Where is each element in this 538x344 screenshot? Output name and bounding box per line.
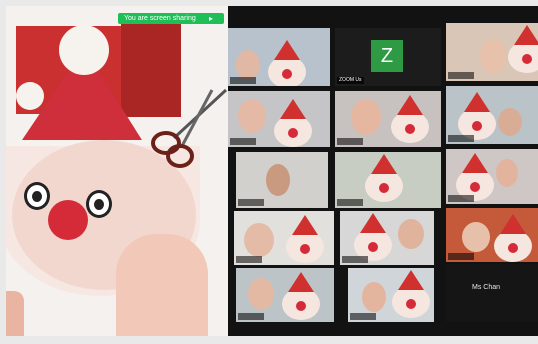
participant-tile[interactable] xyxy=(446,208,538,262)
participant-tile[interactable] xyxy=(335,91,441,147)
right-eye xyxy=(86,190,112,218)
participant-name: Ms Chan xyxy=(472,284,501,291)
participant-tile[interactable] xyxy=(335,152,441,208)
participant-name xyxy=(238,313,264,320)
participant-tile[interactable] xyxy=(228,91,330,147)
participant-tile[interactable] xyxy=(446,86,538,144)
participant-name xyxy=(236,256,262,263)
participant-name xyxy=(448,135,474,142)
meeting-screen: You are screen sharing ▸ Z ZOOM Us Ms Ch… xyxy=(6,6,538,336)
participant-name xyxy=(448,72,474,79)
participant-name xyxy=(337,199,363,206)
participant-name xyxy=(230,138,256,145)
participant-tile-zoom[interactable]: Z ZOOM Us xyxy=(335,28,441,86)
participant-tile-ms-chan[interactable]: Ms Chan xyxy=(446,264,538,322)
hand xyxy=(116,234,208,336)
participant-tile[interactable] xyxy=(340,211,434,265)
participant-name xyxy=(337,138,363,145)
participant-tile[interactable] xyxy=(236,152,328,208)
participant-tile[interactable] xyxy=(446,149,538,204)
participant-tile[interactable] xyxy=(236,268,334,322)
participant-tile[interactable] xyxy=(446,23,538,81)
hand-left xyxy=(6,291,24,336)
scissors-icon xyxy=(151,88,228,168)
pin-icon[interactable]: ▸ xyxy=(204,13,218,24)
participant-tile[interactable] xyxy=(348,268,434,322)
participants-gallery: Z ZOOM Us Ms Chan xyxy=(228,6,538,336)
participant-name xyxy=(342,256,368,263)
participant-tile[interactable] xyxy=(234,211,334,265)
participant-name xyxy=(230,77,256,84)
left-eye xyxy=(24,182,50,210)
participant-name xyxy=(448,195,474,202)
participant-name xyxy=(238,199,264,206)
participant-name: ZOOM Us xyxy=(337,77,364,84)
shared-screen: You are screen sharing ▸ xyxy=(6,6,228,336)
avatar: Z xyxy=(371,40,403,72)
santa-nose xyxy=(48,200,88,240)
participant-tile[interactable] xyxy=(228,28,330,86)
screen-sharing-banner-text: You are screen sharing xyxy=(124,15,196,22)
participant-name xyxy=(350,313,376,320)
participant-name xyxy=(448,253,474,260)
